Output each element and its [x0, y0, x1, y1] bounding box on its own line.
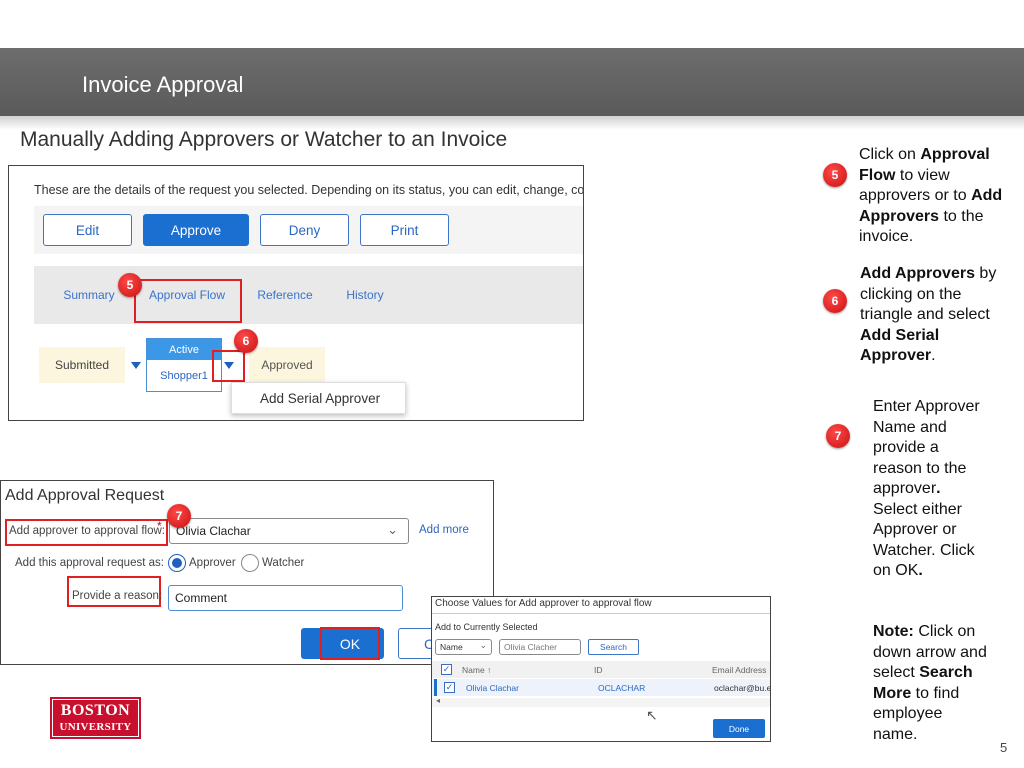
approve-button[interactable]: Approve — [143, 214, 249, 246]
radio-selected-dot — [172, 558, 182, 568]
filter-field-value: Name — [440, 642, 463, 652]
search-input[interactable]: Olivia Clacher — [499, 639, 581, 655]
page-number: 5 — [1000, 740, 1008, 755]
edit-button[interactable]: Edit — [43, 214, 132, 246]
add-serial-approver-menu-item[interactable]: Add Serial Approver — [231, 382, 406, 414]
step-6-marker-side: 6 — [823, 289, 847, 313]
approver-option-label: Approver — [189, 557, 236, 569]
divider — [432, 613, 770, 614]
chevron-down-icon[interactable]: ⌄ — [479, 640, 487, 651]
watcher-option-label: Watcher — [262, 557, 305, 569]
action-button-row: Edit Approve Deny Print — [34, 206, 583, 254]
step-6-instructions: Add Approvers by clicking on the triangl… — [860, 265, 997, 364]
active-label: Active — [147, 339, 221, 360]
choose-values-dialog: Choose Values for Add approver to approv… — [431, 596, 771, 742]
chooser-title: Choose Values for Add approver to approv… — [435, 598, 652, 609]
page-title: Invoice Approval — [82, 72, 244, 97]
search-button[interactable]: Search — [588, 639, 639, 655]
row-email: oclachar@bu.edu — [714, 683, 771, 693]
approver-select-value: Olivia Clachar — [176, 524, 251, 538]
add-more-link[interactable]: Add more — [419, 524, 469, 536]
row-name[interactable]: Olivia Clachar — [466, 683, 519, 693]
request-type-label: Add this approval request as: — [15, 557, 164, 569]
approver-radio[interactable] — [168, 554, 186, 572]
row-selected-indicator — [434, 679, 437, 696]
submitted-dropdown-icon[interactable] — [131, 362, 141, 369]
flow-step-submitted: Submitted — [39, 347, 125, 383]
ok-button[interactable]: OK — [320, 627, 380, 660]
note-instructions: Note: Click on down arrow and select Sea… — [873, 623, 987, 743]
tab-bar: Summary Approval Flow Reference History — [34, 266, 583, 324]
intro-text: These are the details of the request you… — [34, 183, 584, 197]
request-details-panel: These are the details of the request you… — [8, 165, 584, 421]
step-6-marker: 6 — [234, 329, 258, 353]
step-5-instructions: Click on Approval Flow to view approvers… — [859, 146, 1003, 245]
required-indicator: * — [157, 519, 162, 533]
boston-university-logo: BOSTON UNIVERSITY — [50, 697, 141, 739]
approver-select[interactable]: Olivia Clachar ⌄ — [169, 518, 409, 544]
column-id[interactable]: ID — [594, 665, 603, 675]
watcher-radio[interactable] — [241, 554, 259, 572]
reason-field-label: Provide a reason: — [72, 590, 163, 602]
reason-input[interactable]: Comment — [168, 585, 403, 611]
logo-line-1: BOSTON — [60, 702, 131, 719]
deny-button[interactable]: Deny — [260, 214, 349, 246]
flow-step-active: Active Shopper1 — [146, 338, 222, 392]
done-button[interactable]: Done — [713, 719, 765, 738]
select-all-checkbox[interactable]: ✓ — [441, 664, 452, 675]
row-id: OCLACHAR — [598, 683, 646, 693]
add-approver-triangle-icon[interactable] — [224, 362, 234, 369]
row-checkbox[interactable]: ✓ — [444, 682, 455, 693]
tab-summary[interactable]: Summary — [54, 266, 124, 324]
table-row[interactable]: ✓ Olivia Clachar OCLACHAR oclachar@bu.ed… — [432, 679, 770, 696]
step-7-marker-side: 7 — [826, 424, 850, 448]
column-email[interactable]: Email Address — [712, 665, 766, 675]
print-button[interactable]: Print — [360, 214, 449, 246]
approver-field-label: Add approver to approval flow: — [9, 525, 165, 537]
filter-field-select[interactable]: Name ⌄ — [435, 639, 492, 655]
scroll-left-icon[interactable]: ◂ — [436, 696, 440, 705]
dialog-title: Add Approval Request — [5, 487, 165, 504]
column-name[interactable]: Name ↑ — [462, 665, 491, 675]
chevron-down-icon[interactable]: ⌄ — [387, 522, 398, 538]
add-to-selected-label: Add to Currently Selected — [435, 622, 538, 632]
active-approver[interactable]: Shopper1 — [147, 363, 221, 389]
logo-line-2: UNIVERSITY — [59, 721, 132, 733]
step-7-instructions: Enter Approver Name and provide a reason… — [873, 398, 980, 579]
tab-reference[interactable]: Reference — [250, 266, 320, 324]
step-7-marker: 7 — [167, 504, 191, 528]
section-subtitle: Manually Adding Approvers or Watcher to … — [20, 128, 508, 151]
horizontal-scrollbar[interactable]: ◂ — [432, 696, 770, 707]
step-5-marker: 5 — [118, 273, 142, 297]
mouse-cursor-icon: ↖ — [646, 707, 658, 723]
flow-step-approved: Approved — [249, 347, 325, 383]
table-header: ✓ Name ↑ ID Email Address — [432, 661, 770, 678]
approval-flow-highlight — [134, 279, 242, 323]
add-approval-request-dialog: Add Approval Request Add approver to app… — [0, 480, 494, 665]
step-5-marker-side: 5 — [823, 163, 847, 187]
tab-history[interactable]: History — [330, 266, 400, 324]
